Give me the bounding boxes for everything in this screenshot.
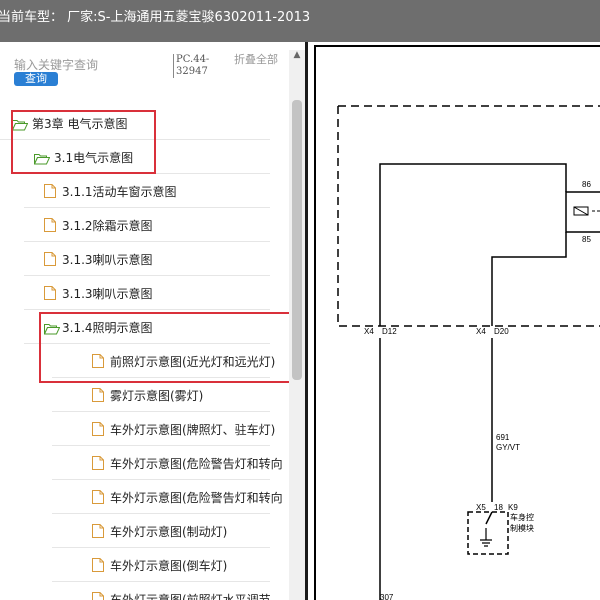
vehicle-title: 当前车型： 厂家:S-上海通用五菱宝骏6302011-2013: [0, 10, 311, 25]
tree-item-label: 3.1.2除霜示意图: [62, 219, 153, 233]
dashed-module-box: [337, 105, 600, 327]
switch-icon: [485, 511, 493, 525]
sidebar-scrollbar[interactable]: ▲: [289, 50, 305, 600]
connector-x4-label-2: X4: [476, 327, 486, 336]
wire-color: GY/VT: [496, 443, 520, 452]
wire-307-label: 307: [380, 593, 394, 600]
document-icon: [92, 421, 106, 436]
document-icon: [44, 183, 58, 198]
pin-d20-label: D20: [494, 327, 509, 336]
wire-85: [491, 232, 567, 326]
document-icon: [92, 387, 106, 402]
diagram-viewer[interactable]: 86 85 X4 D12 X4 D20 691 GY/VT X5 18 K9 车…: [305, 42, 600, 600]
tree-item-label: 车外灯示意图(倒车灯): [110, 559, 228, 573]
document-icon: [92, 557, 106, 572]
document-icon: [92, 455, 106, 470]
tree-item-label: 雾灯示意图(雾灯): [110, 389, 204, 403]
document-icon: [44, 217, 58, 232]
collapse-all-button[interactable]: 折叠全部: [234, 54, 280, 66]
tree-item-label: 3.1.1活动车窗示意图: [62, 185, 177, 199]
pin-18-label: 18: [494, 503, 503, 512]
ground-icon: [480, 539, 492, 547]
tree-item[interactable]: 3.1.3喇叭示意图: [0, 242, 290, 276]
tree-item[interactable]: 3.1.3喇叭示意图: [0, 276, 290, 310]
wire-number: 691: [496, 433, 510, 442]
tree-item-label: 车外灯示意图(前照灯水平调节: [110, 593, 271, 600]
tree-item-label: 3.1.3喇叭示意图: [62, 287, 153, 301]
connector-x4-label: X4: [364, 327, 374, 336]
tree-item[interactable]: 车外灯示意图(倒车灯): [0, 548, 290, 582]
document-icon: [92, 523, 106, 538]
tree-item[interactable]: 车外灯示意图(前照灯水平调节: [0, 582, 290, 600]
document-icon: [92, 591, 106, 600]
title-bar: 当前车型： 厂家:S-上海通用五菱宝骏6302011-2013: [0, 0, 600, 42]
scroll-up-icon[interactable]: ▲: [289, 50, 305, 62]
pin-85-label: 85: [582, 235, 591, 244]
tree-item[interactable]: 车外灯示意图(制动灯): [0, 514, 290, 548]
wiring-diagram: 86 85 X4 D12 X4 D20 691 GY/VT X5 18 K9 车…: [314, 45, 600, 600]
search-input[interactable]: 输入关键字查询: [14, 56, 98, 73]
tree-item-label: 车外灯示意图(危险警告灯和转向: [110, 457, 283, 471]
document-icon: [44, 251, 58, 266]
module-name-line1: 车身控: [510, 512, 534, 522]
highlight-box-lighting: [39, 312, 292, 383]
tree-item[interactable]: 3.1.2除霜示意图: [0, 208, 290, 242]
pin-d12-label: D12: [382, 327, 397, 336]
sidebar: 输入关键字查询 查询 PC.44-32947 折叠全部 第3章 电气示意图 3.1…: [0, 42, 305, 600]
pin-86-label: 86: [582, 180, 591, 189]
tree-item-label: 车外灯示意图(牌照灯、驻车灯): [110, 423, 276, 437]
tree-item[interactable]: 车外灯示意图(危险警告灯和转向: [0, 480, 290, 514]
page-border: [314, 45, 600, 600]
tree-item[interactable]: 3.1.1活动车窗示意图: [0, 174, 290, 208]
module-name-line2: 制模块: [510, 523, 534, 533]
connector-k9-label: K9: [508, 503, 518, 512]
tree-item-label: 3.1.3喇叭示意图: [62, 253, 153, 267]
document-icon: [44, 285, 58, 300]
highlight-box-chapter: [11, 110, 156, 174]
wire-86: [379, 163, 567, 326]
query-button[interactable]: 查询: [14, 72, 58, 86]
model-code: PC.44-32947: [173, 54, 222, 78]
body-control-module-box: [467, 511, 509, 555]
document-icon: [92, 489, 106, 504]
tree-item[interactable]: 车外灯示意图(危险警告灯和转向: [0, 446, 290, 480]
tree-item[interactable]: 车外灯示意图(牌照灯、驻车灯): [0, 412, 290, 446]
scrollbar-thumb[interactable]: [292, 100, 302, 380]
tree-item-label: 车外灯示意图(危险警告灯和转向: [110, 491, 283, 505]
connector-x5-label: X5: [476, 503, 486, 512]
tree-item[interactable]: 雾灯示意图(雾灯): [0, 378, 290, 412]
tree-item-label: 车外灯示意图(制动灯): [110, 525, 228, 539]
